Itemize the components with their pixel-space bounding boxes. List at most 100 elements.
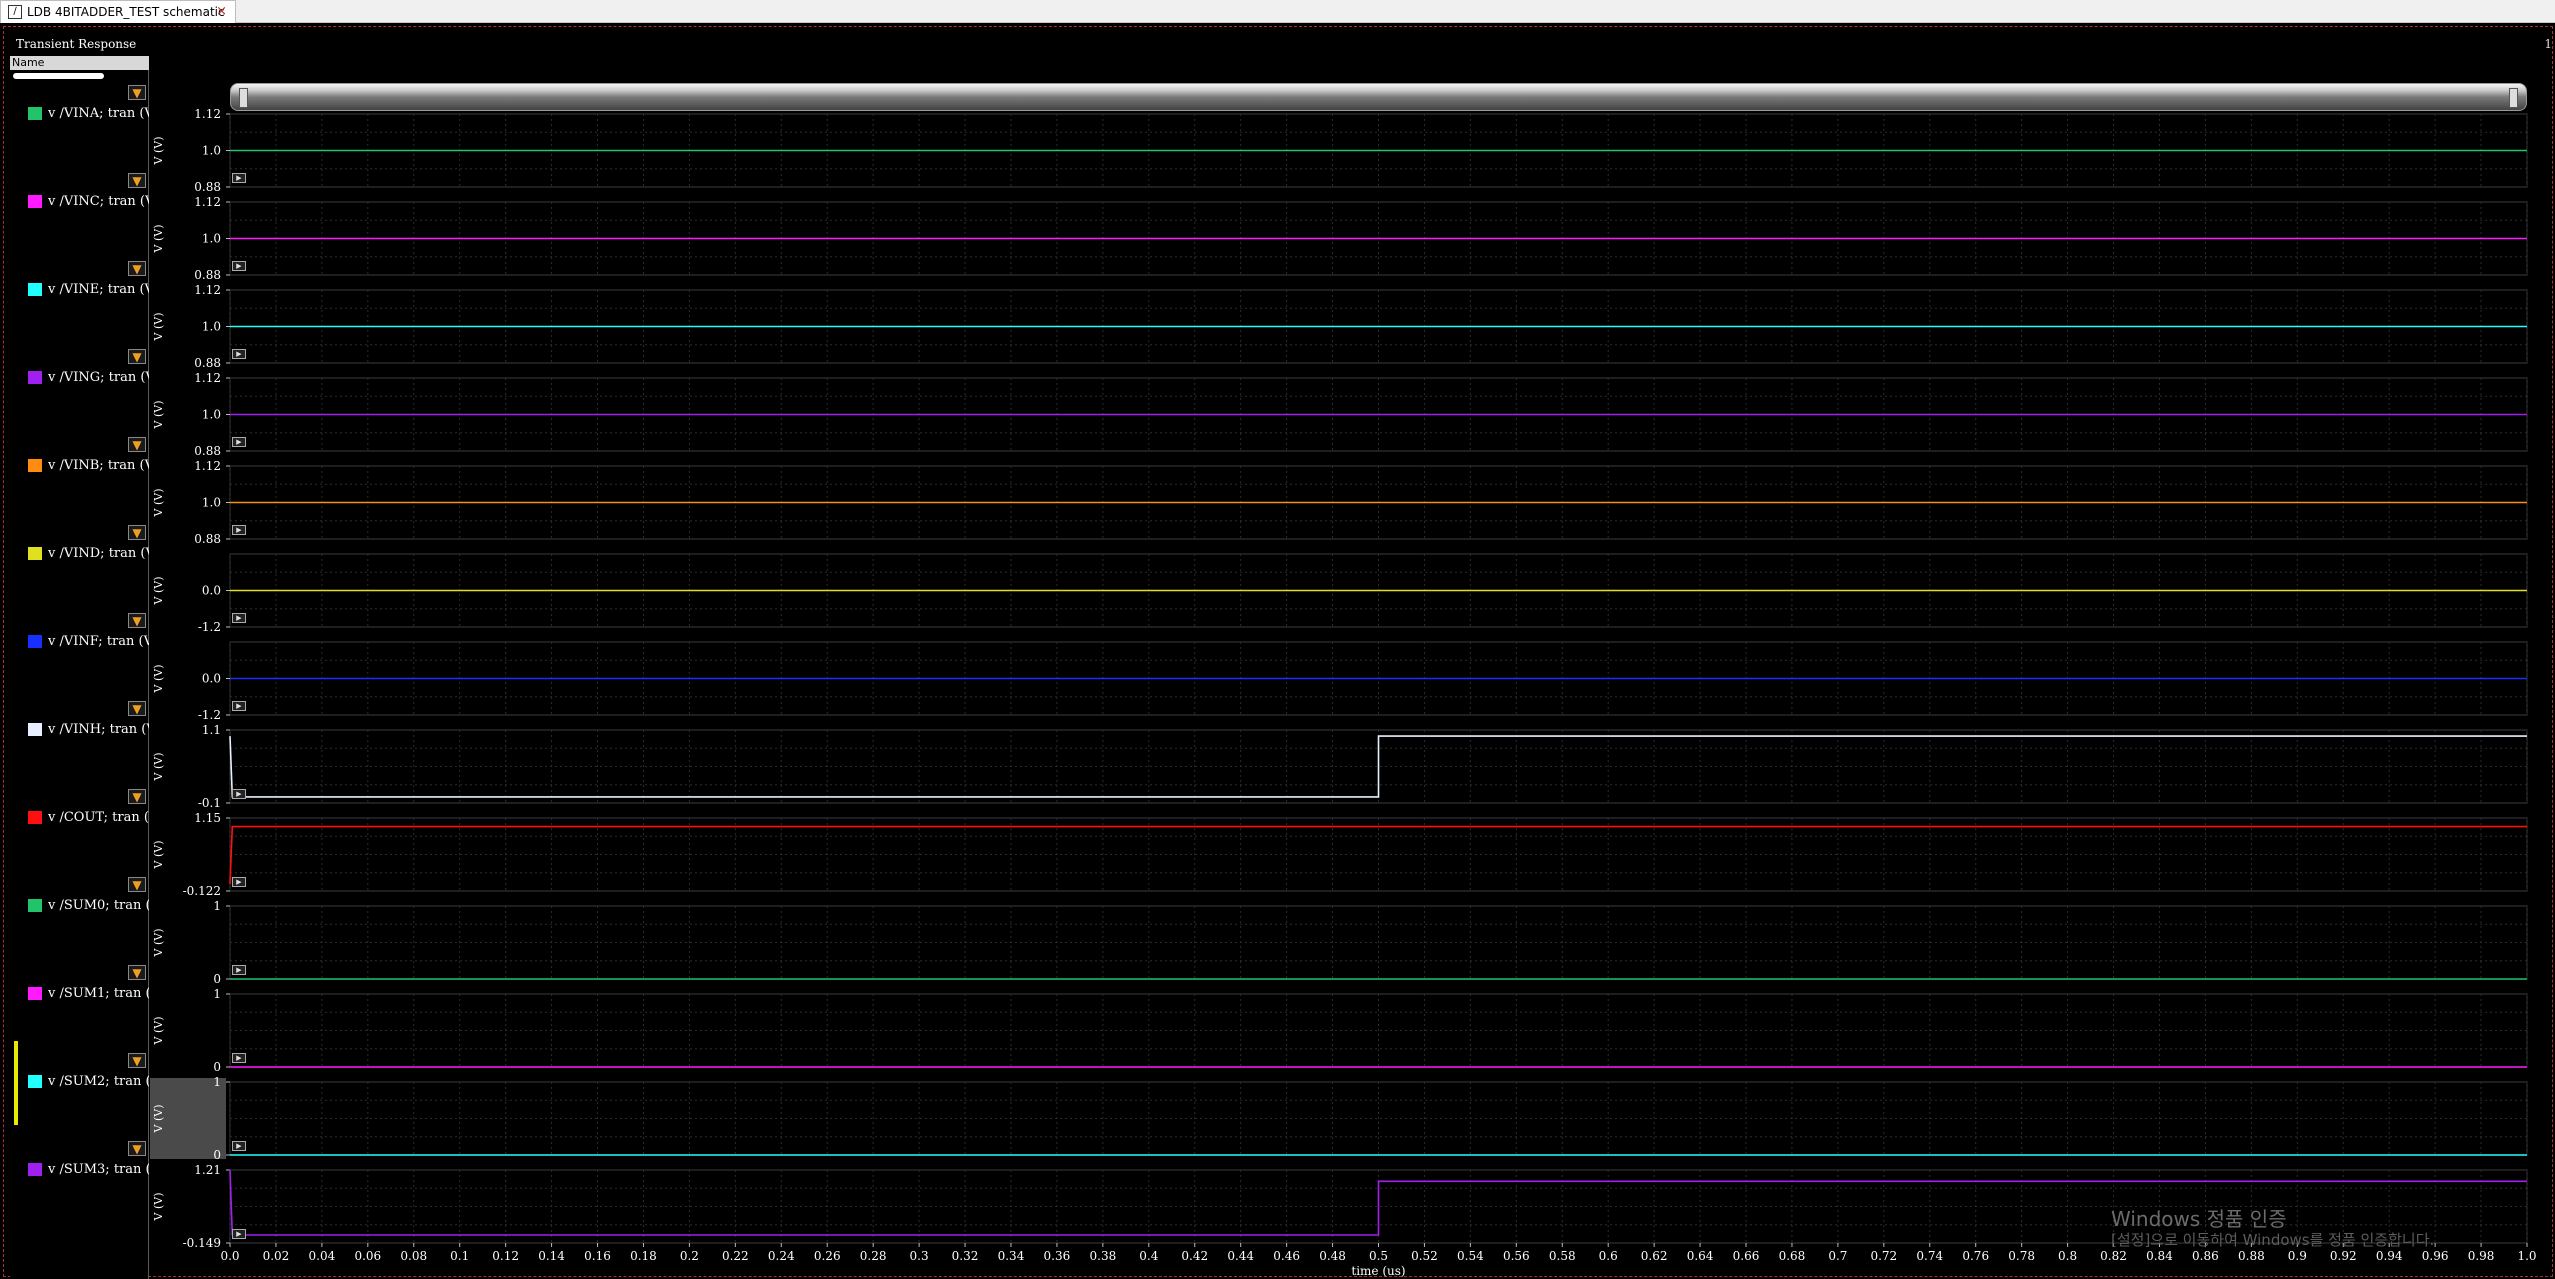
- signal-row[interactable]: ▼ v /VINB; tran (V): [10, 427, 149, 515]
- filter-icon[interactable]: ▼: [128, 85, 146, 100]
- signal-row[interactable]: ▼ v /VIND; tran (V): [10, 515, 149, 603]
- x-tick-label: 0.88: [2238, 1249, 2265, 1263]
- x-tick-label: 0.38: [1090, 1249, 1117, 1263]
- signal-label[interactable]: v /VIND; tran (V): [48, 546, 149, 561]
- x-tick-label: 0.4: [1139, 1249, 1158, 1263]
- y-tick-label: -1.2: [198, 620, 221, 634]
- y-tick-label: 1.0: [202, 320, 221, 334]
- signal-label[interactable]: v /SUM2; tran (V): [48, 1074, 149, 1089]
- filter-icon[interactable]: ▼: [128, 877, 146, 892]
- waveform-panel[interactable]: 1 0 V (V): [150, 1075, 2528, 1162]
- signal-row[interactable]: ▼ v /SUM3; tran (V): [10, 1131, 149, 1219]
- waveform-panel[interactable]: 1.12 1.0 0.88 V (V): [152, 371, 2528, 458]
- filter-icon[interactable]: ▼: [128, 789, 146, 804]
- waveform-panel[interactable]: 1.12 1.0 0.88 V (V): [152, 283, 2528, 370]
- waveform-panel[interactable]: 1.1 -0.1 V (V): [152, 723, 2528, 810]
- waveform-panel[interactable]: 1 0 V (V): [152, 899, 2528, 986]
- subwindow-number: 1: [2544, 37, 2552, 51]
- filter-icon[interactable]: ▼: [128, 965, 146, 980]
- y-tick-label: 1.0: [202, 408, 221, 422]
- x-tick-label: 0.32: [952, 1249, 979, 1263]
- panel-expand-button[interactable]: ▶: [232, 349, 246, 359]
- signal-row[interactable]: ▼ v /VINF; tran (V): [10, 603, 149, 691]
- y-axis-label: V (V): [152, 929, 165, 958]
- signal-row[interactable]: ▼ v /VINC; tran (V): [10, 163, 149, 251]
- filter-icon[interactable]: ▼: [128, 1053, 146, 1068]
- filter-icon[interactable]: ▼: [128, 261, 146, 276]
- name-column-header[interactable]: Name: [10, 56, 149, 70]
- signal-row[interactable]: ▼ v /SUM1; tran (V): [10, 955, 149, 1043]
- waveform-panel[interactable]: 1.12 1.0 0.88 V (V): [152, 195, 2528, 282]
- panel-expand-button[interactable]: ▶: [232, 437, 246, 447]
- x-tick-label: 0.62: [1641, 1249, 1668, 1263]
- panel-expand-button[interactable]: ▶: [232, 613, 246, 623]
- signal-row[interactable]: ▼ v /VINE; tran (V): [10, 251, 149, 339]
- y-tick-label: 1: [213, 899, 221, 913]
- panel-expand-button[interactable]: ▶: [232, 525, 246, 535]
- waveform-panel[interactable]: 0.0 -1.2 V (V): [152, 641, 2528, 722]
- signal-color-swatch: [28, 547, 42, 560]
- filter-icon[interactable]: ▼: [128, 701, 146, 716]
- waveform-panel[interactable]: 0.0 -1.2 V (V): [152, 553, 2528, 634]
- filter-icon[interactable]: ▼: [128, 437, 146, 452]
- close-icon[interactable]: ×: [216, 4, 227, 19]
- signal-label[interactable]: v /VINF; tran (V): [48, 634, 149, 649]
- waveform-panel[interactable]: 1 0 V (V): [152, 987, 2528, 1074]
- y-tick-label: 1.15: [194, 811, 221, 825]
- y-tick-label: 1: [213, 987, 221, 1001]
- filter-icon[interactable]: ▼: [128, 525, 146, 540]
- signal-label[interactable]: v /VINC; tran (V): [48, 194, 149, 209]
- signal-label[interactable]: v /VINB; tran (V): [48, 458, 149, 473]
- y-tick-label: 0: [213, 1148, 221, 1162]
- waveform-trace[interactable]: [229, 825, 2527, 885]
- panel-expand-button[interactable]: ▶: [232, 965, 246, 975]
- waveform-plot[interactable]: 1.12 1.0 0.88 V (V) 1.12 1.0 0.88 V (V) 1.12 1.0 0…: [150, 56, 2553, 1277]
- x-tick-label: 0.04: [309, 1249, 336, 1263]
- signal-label[interactable]: v /VINH; tran (V): [48, 722, 149, 737]
- signal-label[interactable]: v /VING; tran (V): [48, 370, 149, 385]
- signal-label[interactable]: v /VINA; tran (V): [48, 106, 149, 121]
- waveform-trace[interactable]: [229, 735, 2527, 798]
- signal-row[interactable]: ▼ v /COUT; tran (V): [10, 779, 149, 867]
- panel-expand-button[interactable]: ▶: [232, 1053, 246, 1063]
- signal-label[interactable]: v /SUM1; tran (V): [48, 986, 149, 1001]
- signal-label[interactable]: v /COUT; tran (V): [48, 810, 149, 825]
- x-tick-label: 0.82: [2100, 1249, 2127, 1263]
- panel-expand-button[interactable]: ▶: [232, 789, 246, 799]
- waveform-panel[interactable]: 1.12 1.0 0.88 V (V): [152, 459, 2528, 546]
- x-tick-label: 0.16: [584, 1249, 611, 1263]
- waveform-panel[interactable]: 1.12 1.0 0.88 V (V): [152, 107, 2528, 194]
- panel-expand-button[interactable]: ▶: [232, 877, 246, 887]
- y-tick-label: 0.88: [194, 356, 221, 370]
- filter-icon[interactable]: ▼: [128, 613, 146, 628]
- x-tick-label: 0.02: [263, 1249, 290, 1263]
- signal-color-swatch: [28, 283, 42, 296]
- x-tick-label: 0.68: [1779, 1249, 1806, 1263]
- signal-label[interactable]: v /SUM0; tran (V): [48, 898, 149, 913]
- tab-schematic[interactable]: ∕ LDB 4BITADDER_TEST schematic ×: [0, 0, 236, 23]
- signal-row[interactable]: ▼ v /VINA; tran (V): [10, 75, 149, 163]
- panel-expand-button[interactable]: ▶: [232, 1229, 246, 1239]
- signal-label[interactable]: v /VINE; tran (V): [48, 282, 149, 297]
- y-tick-label: -1.2: [198, 708, 221, 722]
- waveform-panel[interactable]: 1.15 -0.122 V (V): [152, 811, 2528, 898]
- filter-icon[interactable]: ▼: [128, 1141, 146, 1156]
- signal-label[interactable]: v /SUM3; tran (V): [48, 1162, 149, 1177]
- panel-expand-button[interactable]: ▶: [232, 261, 246, 271]
- x-axis-label: time (us): [1351, 1264, 1405, 1277]
- signal-color-swatch: [28, 811, 42, 824]
- filter-icon[interactable]: ▼: [128, 349, 146, 364]
- x-tick-label: 0.86: [2192, 1249, 2219, 1263]
- x-tick-label: 0.1: [450, 1249, 469, 1263]
- signal-row[interactable]: ▼ v /SUM2; tran (V): [10, 1041, 149, 1131]
- signal-row[interactable]: ▼ v /SUM0; tran (V): [10, 867, 149, 955]
- y-axis-label: V (V): [152, 665, 165, 694]
- panel-expand-button[interactable]: ▶: [232, 701, 246, 711]
- y-axis-label: V (V): [152, 225, 165, 254]
- panel-expand-button[interactable]: ▶: [232, 173, 246, 183]
- filter-icon[interactable]: ▼: [128, 173, 146, 188]
- signal-row[interactable]: ▼ v /VINH; tran (V): [10, 691, 149, 779]
- panel-expand-button[interactable]: ▶: [232, 1141, 246, 1151]
- y-tick-label: 1.12: [194, 107, 221, 121]
- signal-row[interactable]: ▼ v /VING; tran (V): [10, 339, 149, 427]
